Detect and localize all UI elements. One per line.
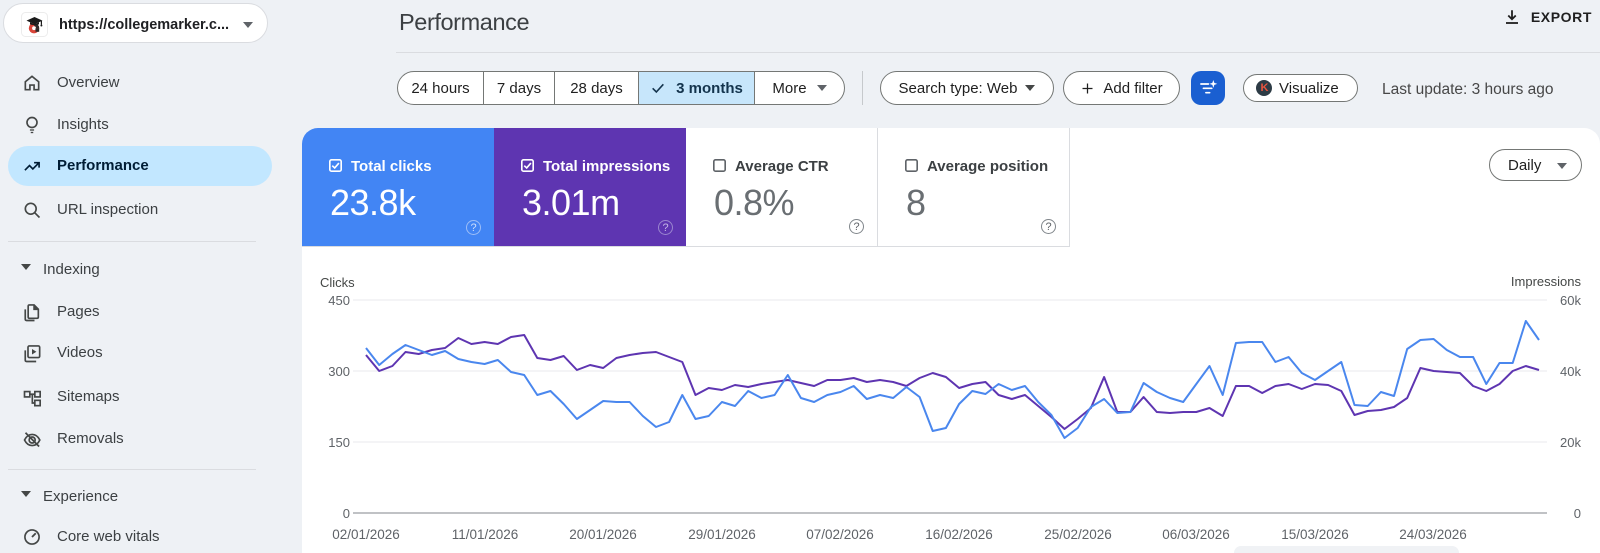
svg-text:16/02/2026: 16/02/2026 [925, 527, 993, 542]
svg-text:0: 0 [1574, 506, 1581, 521]
svg-text:20k: 20k [1560, 435, 1581, 450]
svg-text:25/02/2026: 25/02/2026 [1044, 527, 1112, 542]
svg-text:02/01/2026: 02/01/2026 [332, 527, 400, 542]
svg-text:450: 450 [328, 293, 350, 308]
svg-text:Impressions: Impressions [1511, 274, 1582, 289]
svg-text:40k: 40k [1560, 364, 1581, 379]
svg-text:07/02/2026: 07/02/2026 [806, 527, 874, 542]
svg-text:60k: 60k [1560, 293, 1581, 308]
svg-text:300: 300 [328, 364, 350, 379]
svg-text:Clicks: Clicks [320, 275, 355, 290]
svg-text:150: 150 [328, 435, 350, 450]
svg-text:20/01/2026: 20/01/2026 [569, 527, 637, 542]
svg-text:11/01/2026: 11/01/2026 [452, 527, 519, 542]
svg-text:06/03/2026: 06/03/2026 [1162, 527, 1230, 542]
svg-text:0: 0 [343, 506, 350, 521]
svg-text:15/03/2026: 15/03/2026 [1281, 527, 1349, 542]
svg-text:24/03/2026: 24/03/2026 [1399, 527, 1467, 542]
svg-text:29/01/2026: 29/01/2026 [688, 527, 756, 542]
